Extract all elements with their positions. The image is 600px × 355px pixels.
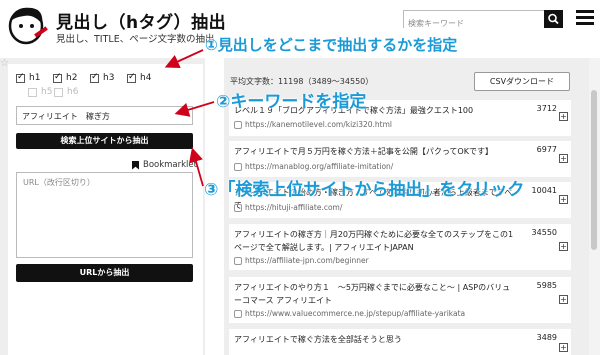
annotation-arrows xyxy=(164,49,215,187)
arrow-step2 xyxy=(174,101,215,117)
arrow-step1 xyxy=(164,49,204,69)
arrow-step3 xyxy=(189,147,204,187)
